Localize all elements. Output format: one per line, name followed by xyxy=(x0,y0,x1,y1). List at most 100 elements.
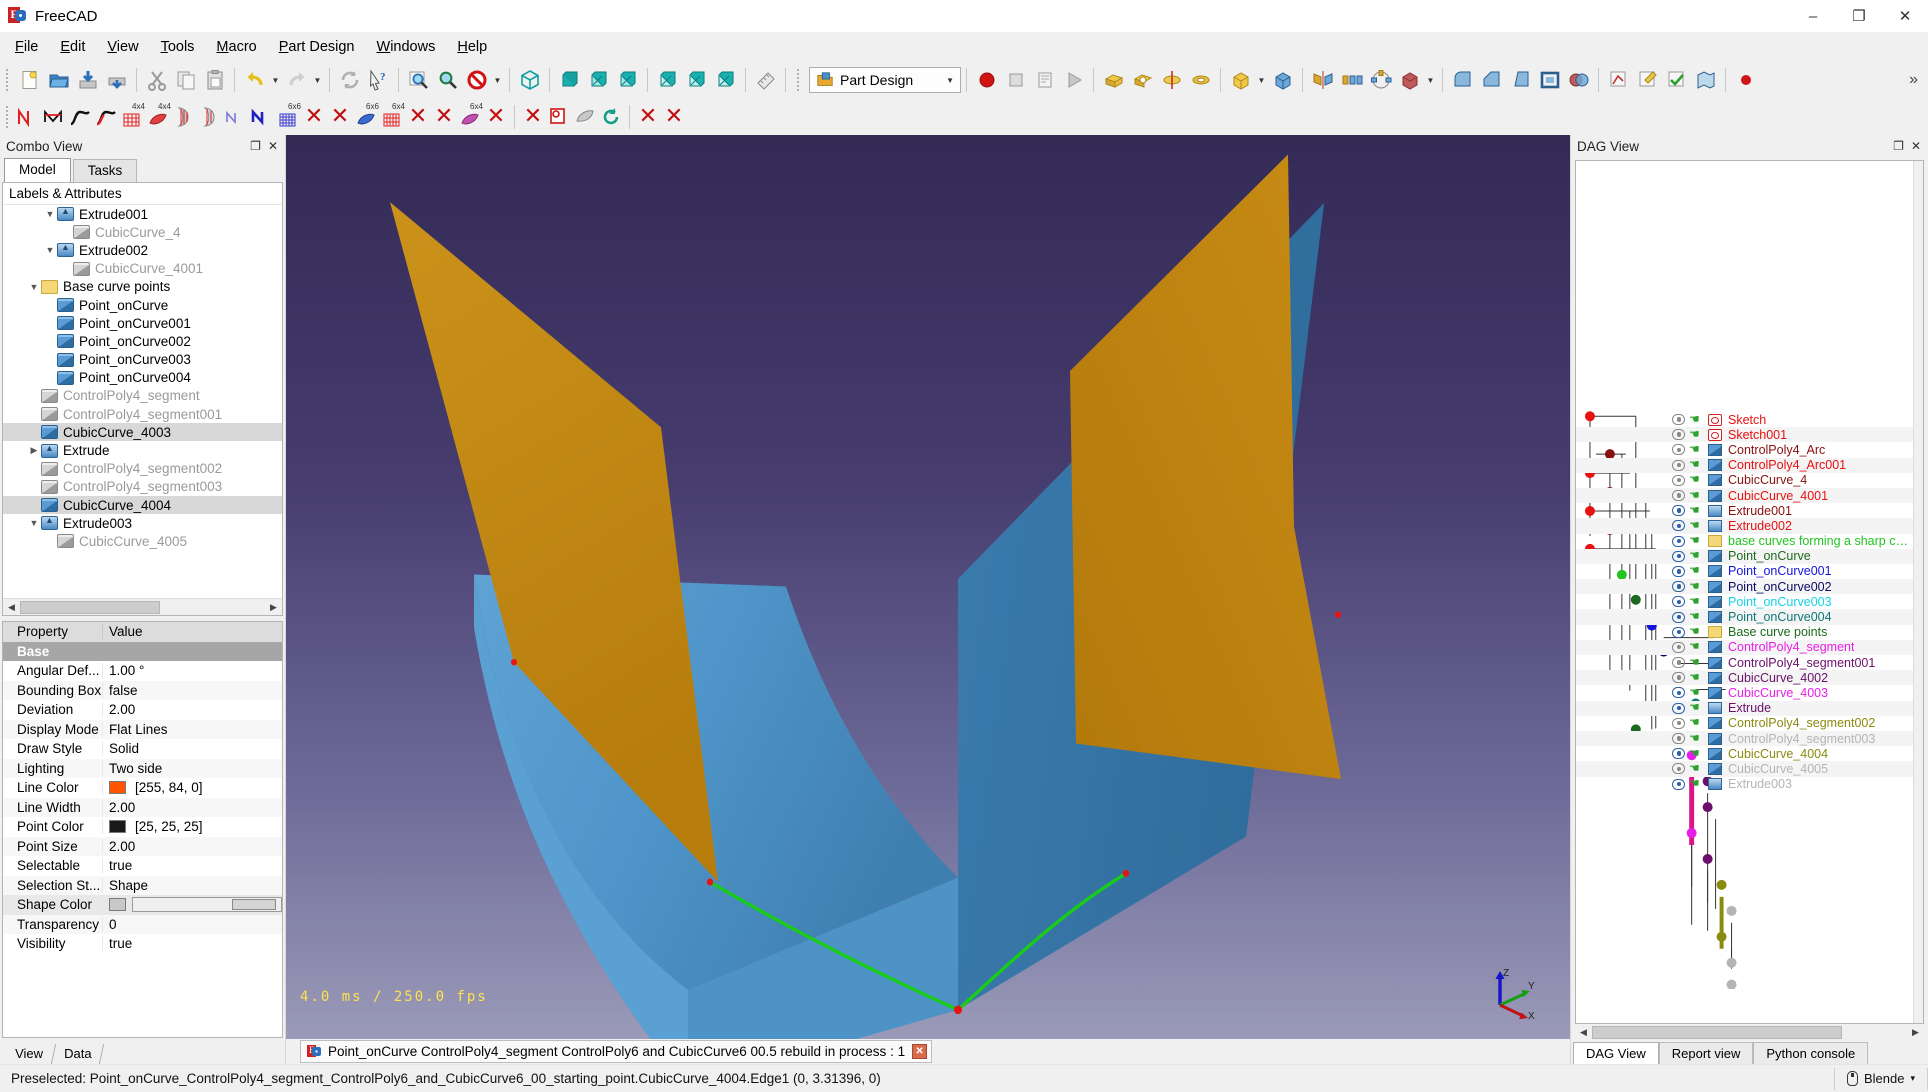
dag-horizontal-scrollbar[interactable]: ◀ ▶ xyxy=(1575,1024,1924,1040)
front-view-icon[interactable] xyxy=(555,66,584,95)
paste-icon[interactable] xyxy=(200,66,229,95)
expand-arrow-open-icon[interactable]: ▼ xyxy=(43,245,57,255)
pad-icon[interactable] xyxy=(1099,66,1128,95)
eye-icon[interactable] xyxy=(1672,672,1685,683)
touch-icon[interactable]: ☚ xyxy=(1689,581,1704,593)
rear-view-icon[interactable] xyxy=(653,66,682,95)
isometric-view-icon[interactable] xyxy=(515,66,544,95)
tree-item-cubiccurve-4004[interactable]: ·CubicCurve_4004 xyxy=(3,496,282,514)
property-row-shape-color[interactable]: Shape Color xyxy=(3,895,282,915)
dag-node-controlpoly4-segment002[interactable]: ☚ControlPoly4_segment002 xyxy=(1576,716,1913,731)
color-swatch[interactable] xyxy=(109,781,126,794)
property-row-angular-def-[interactable]: Angular Def...1.00 ° xyxy=(3,661,282,681)
property-row-draw-style[interactable]: Draw StyleSolid xyxy=(3,739,282,759)
bottom-view-icon[interactable] xyxy=(682,66,711,95)
draw-style-dropdown-icon[interactable]: ▼ xyxy=(491,66,504,95)
color-swatch[interactable] xyxy=(109,898,126,911)
eye-icon[interactable] xyxy=(1672,475,1685,486)
record-red-icon[interactable] xyxy=(1731,66,1760,95)
eye-icon[interactable] xyxy=(1672,505,1685,516)
property-value[interactable]: Two side xyxy=(103,761,282,776)
delete-icon[interactable]: ✕ xyxy=(327,102,353,132)
surface-stripe2-icon[interactable] xyxy=(197,102,223,132)
redo-dropdown-icon[interactable]: ▼ xyxy=(311,66,324,95)
menu-tools[interactable]: Tools xyxy=(150,35,206,59)
property-row-lighting[interactable]: LightingTwo side xyxy=(3,759,282,779)
property-value[interactable]: 2.00 xyxy=(103,800,282,815)
touch-icon[interactable]: ☚ xyxy=(1689,414,1704,426)
tree-item-point-oncurve003[interactable]: ·Point_onCurve003 xyxy=(3,351,282,369)
mirrored-icon[interactable] xyxy=(1308,66,1337,95)
touch-icon[interactable]: ☚ xyxy=(1689,535,1704,547)
touch-icon[interactable]: ☚ xyxy=(1689,702,1704,714)
minimize-button[interactable]: – xyxy=(1790,0,1836,33)
dag-node-cubiccurve-4003[interactable]: ☚CubicCurve_4003 xyxy=(1576,685,1913,700)
touch-icon[interactable]: ☚ xyxy=(1689,641,1704,653)
dag-node-cubiccurve-4001[interactable]: ☚CubicCurve_4001 xyxy=(1576,488,1913,503)
scroll-right-icon[interactable]: ▶ xyxy=(1907,1027,1924,1038)
eye-icon[interactable] xyxy=(1672,612,1685,623)
delete-icon[interactable]: ✕ xyxy=(520,102,546,132)
grid-4x4-red-icon[interactable]: 4x4 xyxy=(119,102,145,132)
eye-icon[interactable] xyxy=(1672,429,1685,440)
property-row-selectable[interactable]: Selectabletrue xyxy=(3,856,282,876)
property-row-transparency[interactable]: Transparency0 xyxy=(3,915,282,935)
expand-arrow-open-icon[interactable]: ▼ xyxy=(27,282,41,292)
close-button[interactable]: ✕ xyxy=(1882,0,1928,33)
property-value[interactable]: 2.00 xyxy=(103,702,282,717)
property-row-visibility[interactable]: Visibilitytrue xyxy=(3,934,282,954)
polar-pattern-icon[interactable] xyxy=(1366,66,1395,95)
curve-outline-icon[interactable] xyxy=(223,102,249,132)
multi-transform-icon[interactable] xyxy=(1395,66,1424,95)
eye-icon[interactable] xyxy=(1672,733,1685,744)
boolean-icon[interactable] xyxy=(1564,66,1593,95)
toolbar-grip[interactable] xyxy=(795,67,803,93)
tree-item-cubiccurve-4003[interactable]: ·CubicCurve_4003 xyxy=(3,423,282,441)
menu-view[interactable]: View xyxy=(96,35,149,59)
touch-icon[interactable]: ☚ xyxy=(1689,550,1704,562)
property-row-point-color[interactable]: Point Color[25, 25, 25] xyxy=(3,817,282,837)
eye-icon[interactable] xyxy=(1672,444,1685,455)
menu-file[interactable]: FFileile xyxy=(4,35,49,59)
touch-icon[interactable]: ☚ xyxy=(1689,763,1704,775)
dag-node-point-oncurve001[interactable]: ☚Point_onCurve001 xyxy=(1576,564,1913,579)
macro-edit-icon[interactable] xyxy=(1030,66,1059,95)
touch-icon[interactable]: ☚ xyxy=(1689,733,1704,745)
eye-icon[interactable] xyxy=(1672,536,1685,547)
toolbar-grip[interactable] xyxy=(4,104,12,130)
property-row-point-size[interactable]: Point Size2.00 xyxy=(3,837,282,857)
property-row-display-mode[interactable]: Display ModeFlat Lines xyxy=(3,720,282,740)
create-sketch-icon[interactable] xyxy=(1604,66,1633,95)
touch-icon[interactable]: ☚ xyxy=(1689,565,1704,577)
subtractive-primitive-icon[interactable] xyxy=(1268,66,1297,95)
property-value[interactable] xyxy=(103,897,282,912)
delete-icon[interactable]: ✕ xyxy=(431,102,457,132)
eye-icon[interactable] xyxy=(1672,460,1685,471)
dag-node-extrude002[interactable]: ☚Extrude002 xyxy=(1576,518,1913,533)
tree-item-extrude002[interactable]: ▼Extrude002 xyxy=(3,241,282,259)
tree-item-cubiccurve-4[interactable]: ·CubicCurve_4 xyxy=(3,223,282,241)
additive-primitive-icon[interactable] xyxy=(1226,66,1255,95)
undo-icon[interactable] xyxy=(240,66,269,95)
property-value[interactable]: 2.00 xyxy=(103,839,282,854)
property-value[interactable]: Solid xyxy=(103,741,282,756)
workbench-selector[interactable]: Part Design ▼ xyxy=(809,67,961,93)
tree-item-controlpoly4-segment002[interactable]: ·ControlPoly4_segment002 xyxy=(3,460,282,478)
tab-report-view[interactable]: Report view xyxy=(1659,1042,1754,1064)
dag-node-cubiccurve-4[interactable]: ☚CubicCurve_4 xyxy=(1576,473,1913,488)
touch-icon[interactable]: ☚ xyxy=(1689,657,1704,669)
dag-node-sketch[interactable]: ☚Sketch xyxy=(1576,412,1913,427)
transform-dropdown-icon[interactable]: ▼ xyxy=(1424,66,1437,95)
tree-horizontal-scrollbar[interactable]: ◀ ▶ xyxy=(3,598,282,615)
macro-stop-icon[interactable] xyxy=(1001,66,1030,95)
dag-node-cubiccurve-4002[interactable]: ☚CubicCurve_4002 xyxy=(1576,670,1913,685)
tree-item-extrude[interactable]: ▶Extrude xyxy=(3,441,282,459)
polyline-red-icon[interactable] xyxy=(15,102,41,132)
scroll-thumb[interactable] xyxy=(1592,1026,1842,1039)
tree-item-point-oncurve004[interactable]: ·Point_onCurve004 xyxy=(3,369,282,387)
property-value[interactable]: [255, 84, 0] xyxy=(103,780,282,795)
control-poly-icon[interactable] xyxy=(41,102,67,132)
draft-icon[interactable] xyxy=(1506,66,1535,95)
toolbar-overflow-icon[interactable]: » xyxy=(1909,71,1928,89)
eye-icon[interactable] xyxy=(1672,551,1685,562)
